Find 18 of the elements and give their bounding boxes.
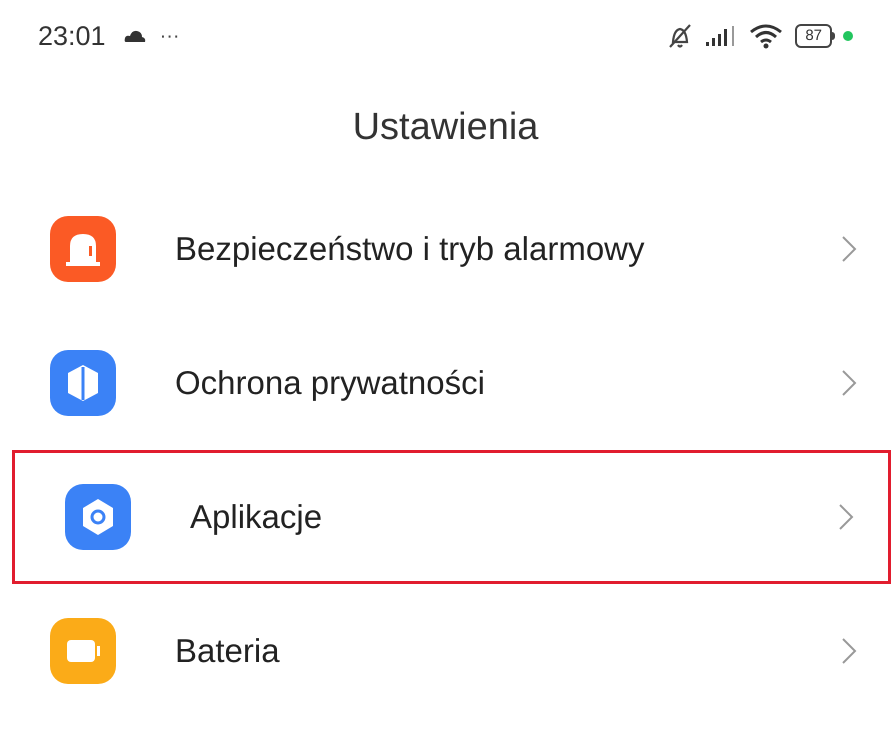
settings-row[interactable]: Ochrona prywatności <box>0 316 891 450</box>
row-label: Bateria <box>175 631 281 672</box>
highlighted-settings-row[interactable]: Aplikacje <box>12 450 891 584</box>
chevron-icon <box>838 503 854 531</box>
row-label: Aplikacje <box>190 497 324 538</box>
settings-row[interactable]: Bateria <box>0 584 891 718</box>
more-notifications-text: ··· <box>160 24 180 49</box>
chevron-icon <box>841 637 857 665</box>
settings-row[interactable]: Bezpieczeństwo i tryb alarmowy <box>0 182 891 316</box>
clock: 23:01 <box>38 20 106 53</box>
row-label: Bezpieczeństwo i tryb alarmowy <box>175 229 646 270</box>
wifi-icon <box>749 23 784 49</box>
chevron-icon <box>841 235 857 263</box>
row-label: Ochrona prywatności <box>175 363 486 404</box>
battery-icon: 87 <box>795 24 835 48</box>
chevron-icon <box>841 369 857 397</box>
cloud-icon <box>124 29 146 43</box>
page-title: Ustawienia <box>352 104 538 150</box>
